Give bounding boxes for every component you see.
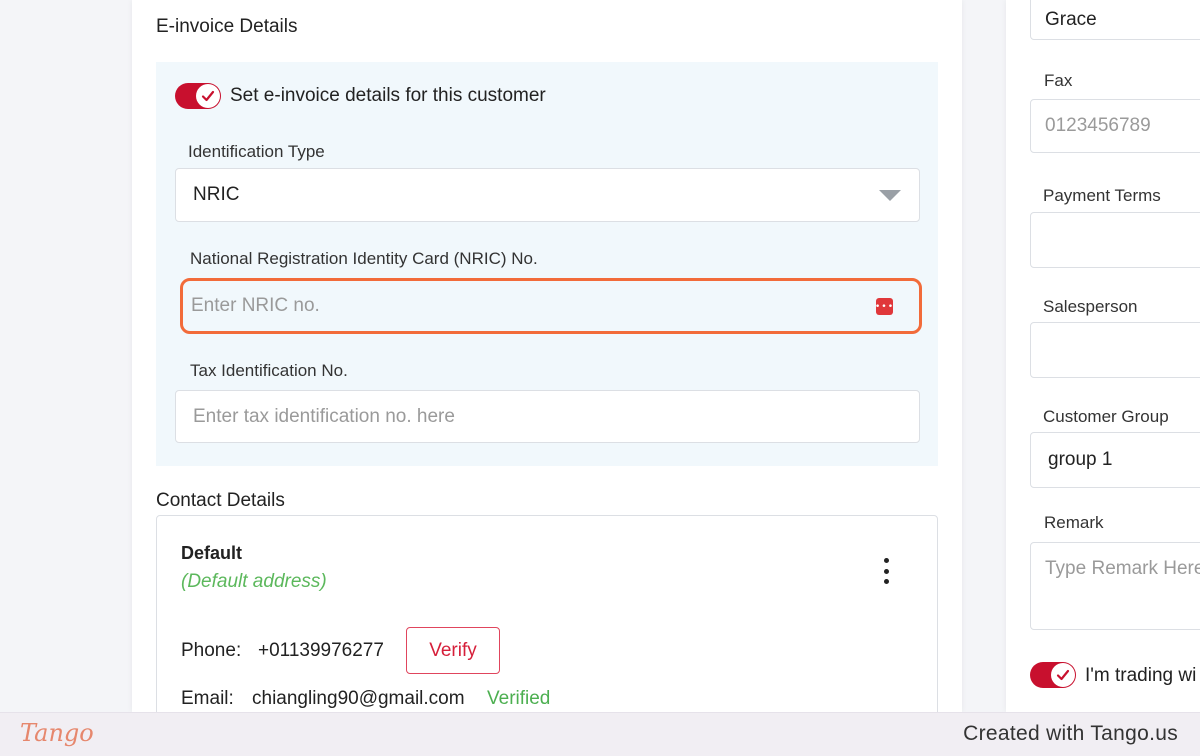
remark-label: Remark <box>1044 513 1104 532</box>
identification-type-select[interactable]: NRIC <box>175 168 920 222</box>
remark-textarea[interactable]: Type Remark Here <box>1030 542 1200 630</box>
einvoice-toggle-label: Set e-invoice details for this customer <box>230 85 546 106</box>
check-icon <box>1051 663 1075 687</box>
tin-placeholder: Enter tax identification no. here <box>193 405 455 427</box>
contact-name: Default <box>181 543 243 563</box>
trading-toggle-label: I'm trading wi <box>1085 665 1197 686</box>
chevron-down-icon <box>879 190 901 201</box>
email-value: chiangling90@gmail.com <box>252 688 465 709</box>
tango-credit: Created with Tango.us <box>963 722 1178 745</box>
einvoice-section-title: E-invoice Details <box>156 16 298 37</box>
payment-terms-label: Payment Terms <box>1043 186 1161 205</box>
password-manager-icon[interactable]: ••• <box>875 298 893 315</box>
phone-label: Phone: <box>181 640 242 661</box>
identification-type-value: NRIC <box>193 184 240 205</box>
tin-label: Tax Identification No. <box>190 361 348 380</box>
payment-terms-select[interactable] <box>1030 212 1200 268</box>
tango-footer: Tango Created with Tango.us <box>0 712 1200 756</box>
fax-input[interactable]: 0123456789 <box>1030 99 1200 153</box>
verify-phone-button[interactable]: Verify <box>406 627 500 674</box>
salesperson-label: Salesperson <box>1043 297 1138 316</box>
phone-value: +01139976277 <box>258 640 384 661</box>
identification-type-label: Identification Type <box>188 142 325 161</box>
tango-logo: Tango <box>20 719 94 747</box>
tin-input[interactable]: Enter tax identification no. here <box>175 390 920 443</box>
customer-group-value: group 1 <box>1048 449 1113 470</box>
name-field[interactable]: Grace <box>1030 0 1200 40</box>
fax-placeholder: 0123456789 <box>1045 115 1151 136</box>
nric-placeholder: Enter NRIC no. <box>191 295 320 316</box>
email-label: Email: <box>181 688 234 709</box>
email-verified-status: Verified <box>487 688 551 709</box>
name-value: Grace <box>1045 9 1097 30</box>
remark-placeholder: Type Remark Here <box>1045 558 1200 579</box>
contact-subtitle: (Default address) <box>181 571 327 592</box>
fax-label: Fax <box>1044 71 1073 90</box>
customer-group-select[interactable]: group 1 <box>1030 432 1200 488</box>
customer-group-label: Customer Group <box>1043 407 1169 426</box>
nric-input[interactable]: Enter NRIC no. ••• <box>185 283 917 329</box>
kebab-menu-icon[interactable] <box>876 558 896 584</box>
einvoice-toggle[interactable] <box>175 83 221 109</box>
check-icon <box>196 84 220 108</box>
contact-section-title: Contact Details <box>156 490 285 511</box>
trading-toggle[interactable] <box>1030 662 1076 688</box>
salesperson-select[interactable] <box>1030 322 1200 378</box>
nric-input-highlight: Enter NRIC no. ••• <box>180 278 922 334</box>
nric-label: National Registration Identity Card (NRI… <box>190 249 538 268</box>
